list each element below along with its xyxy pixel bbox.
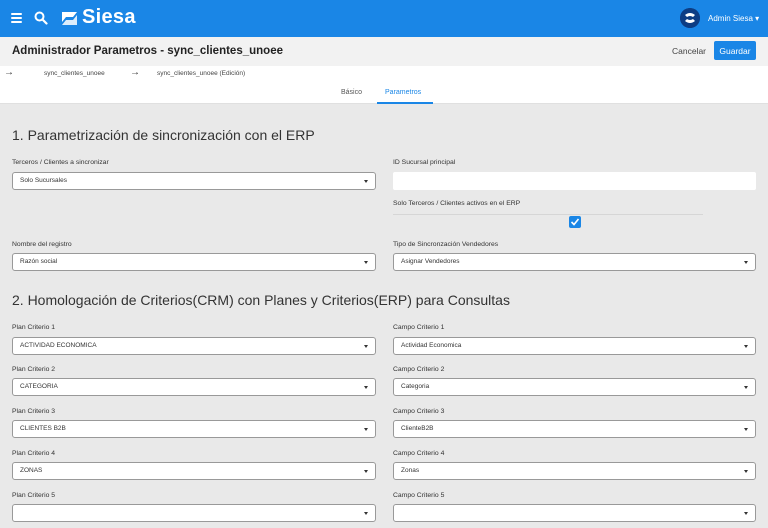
plan-criterio-3-value: CLIENTES B2B (20, 425, 66, 432)
section-2-title: 2. Homologación de Criterios(CRM) con Pl… (12, 292, 510, 308)
campo-criterio-1-value: Actividad Economica (401, 342, 462, 349)
nombre-registro-value: Razón social (20, 258, 58, 265)
terceros-value: Solo Sucursales (20, 177, 67, 184)
campo-criterio-4-label: Campo Criterio 4 (393, 450, 445, 457)
chevron-down-icon (364, 512, 368, 515)
active-tab-indicator (377, 102, 433, 104)
campo-criterio-2-select[interactable]: Categoria (393, 378, 756, 396)
section-1-title: 1. Parametrización de sincronización con… (12, 127, 315, 143)
plan-criterio-5-label: Plan Criterio 5 (12, 492, 56, 499)
breadcrumb: → sync_clientes_unoee → sync_clientes_un… (0, 66, 768, 82)
campo-criterio-1-label: Campo Criterio 1 (393, 324, 445, 331)
campo-criterio-5-select[interactable] (393, 504, 756, 522)
terceros-label: Terceros / Clientes a sincronizar (12, 159, 109, 166)
chevron-down-icon (364, 180, 368, 183)
plan-criterio-4-value: ZONAS (20, 467, 43, 474)
campo-criterio-2-label: Campo Criterio 2 (393, 366, 445, 373)
hamburger-menu-icon[interactable] (11, 13, 22, 23)
nombre-registro-label: Nombre del registro (12, 241, 72, 248)
activos-checkbox[interactable] (569, 216, 581, 228)
campo-criterio-3-select[interactable]: ClienteB2B (393, 420, 756, 438)
sucursal-input[interactable] (393, 172, 756, 190)
plan-criterio-2-label: Plan Criterio 2 (12, 366, 56, 373)
chevron-down-icon (364, 345, 368, 348)
tab-bar: Básico Parametros (0, 82, 768, 104)
user-menu-label[interactable]: Admin Siesa ▾ (708, 14, 759, 23)
page-title: Administrador Parametros - sync_clientes… (12, 45, 283, 57)
chevron-down-icon (364, 386, 368, 389)
save-button[interactable]: Guardar (714, 41, 756, 60)
campo-criterio-2-value: Categoria (401, 383, 430, 390)
checkmark-icon (570, 218, 580, 226)
breadcrumb-arrow-icon: → (4, 67, 14, 78)
campo-criterio-1-select[interactable]: Actividad Economica (393, 337, 756, 355)
chevron-down-icon (364, 428, 368, 431)
chevron-down-icon (744, 386, 748, 389)
plan-criterio-4-select[interactable]: ZONAS (12, 462, 376, 480)
tipo-vendedores-select[interactable]: Asignar Vendedores (393, 253, 756, 271)
nombre-registro-select[interactable]: Razón social (12, 253, 376, 271)
top-navbar: Siesa Admin Siesa ▾ (0, 0, 768, 37)
chevron-down-icon (364, 261, 368, 264)
brand-name: Siesa (82, 6, 136, 28)
chevron-down-icon (744, 470, 748, 473)
activos-label: Solo Terceros / Clientes activos en el E… (393, 200, 521, 207)
tab-parametros[interactable]: Parametros (385, 89, 421, 96)
campo-criterio-3-label: Campo Criterio 3 (393, 408, 445, 415)
plan-criterio-4-label: Plan Criterio 4 (12, 450, 56, 457)
chevron-down-icon (744, 345, 748, 348)
campo-criterio-3-value: ClienteB2B (401, 425, 434, 432)
campo-criterio-4-select[interactable]: Zonas (393, 462, 756, 480)
search-icon[interactable] (34, 11, 48, 25)
tipo-vendedores-value: Asignar Vendedores (401, 258, 460, 265)
plan-criterio-3-label: Plan Criterio 3 (12, 408, 56, 415)
chevron-down-icon (744, 512, 748, 515)
page-header: Administrador Parametros - sync_clientes… (0, 37, 768, 66)
plan-criterio-2-select[interactable]: CATEGORIA (12, 378, 376, 396)
siesa-logo-icon (62, 12, 77, 25)
sucursal-label: ID Sucursal principal (393, 159, 456, 166)
plan-criterio-5-select[interactable] (12, 504, 376, 522)
tipo-vendedores-label: Tipo de Sincronzación Vendedores (393, 241, 499, 248)
plan-criterio-3-select[interactable]: CLIENTES B2B (12, 420, 376, 438)
user-avatar-icon[interactable] (680, 8, 700, 28)
chevron-down-icon (364, 470, 368, 473)
plan-criterio-1-label: Plan Criterio 1 (12, 324, 56, 331)
plan-criterio-1-select[interactable]: ACTIVIDAD ECONOMICA (12, 337, 376, 355)
chevron-down-icon (744, 428, 748, 431)
breadcrumb-item-current[interactable]: sync_clientes_unoee (Edición) (157, 70, 245, 77)
breadcrumb-arrow-icon: → (130, 67, 140, 78)
campo-criterio-4-value: Zonas (401, 467, 420, 474)
plan-criterio-1-value: ACTIVIDAD ECONOMICA (20, 342, 97, 349)
cancel-button[interactable]: Cancelar (672, 46, 706, 56)
divider (393, 214, 703, 215)
plan-criterio-2-value: CATEGORIA (20, 383, 58, 390)
terceros-select[interactable]: Solo Sucursales (12, 172, 376, 190)
chevron-down-icon (744, 261, 748, 264)
breadcrumb-item[interactable]: sync_clientes_unoee (44, 70, 105, 77)
tab-basico[interactable]: Básico (341, 89, 362, 96)
campo-criterio-5-label: Campo Criterio 5 (393, 492, 445, 499)
